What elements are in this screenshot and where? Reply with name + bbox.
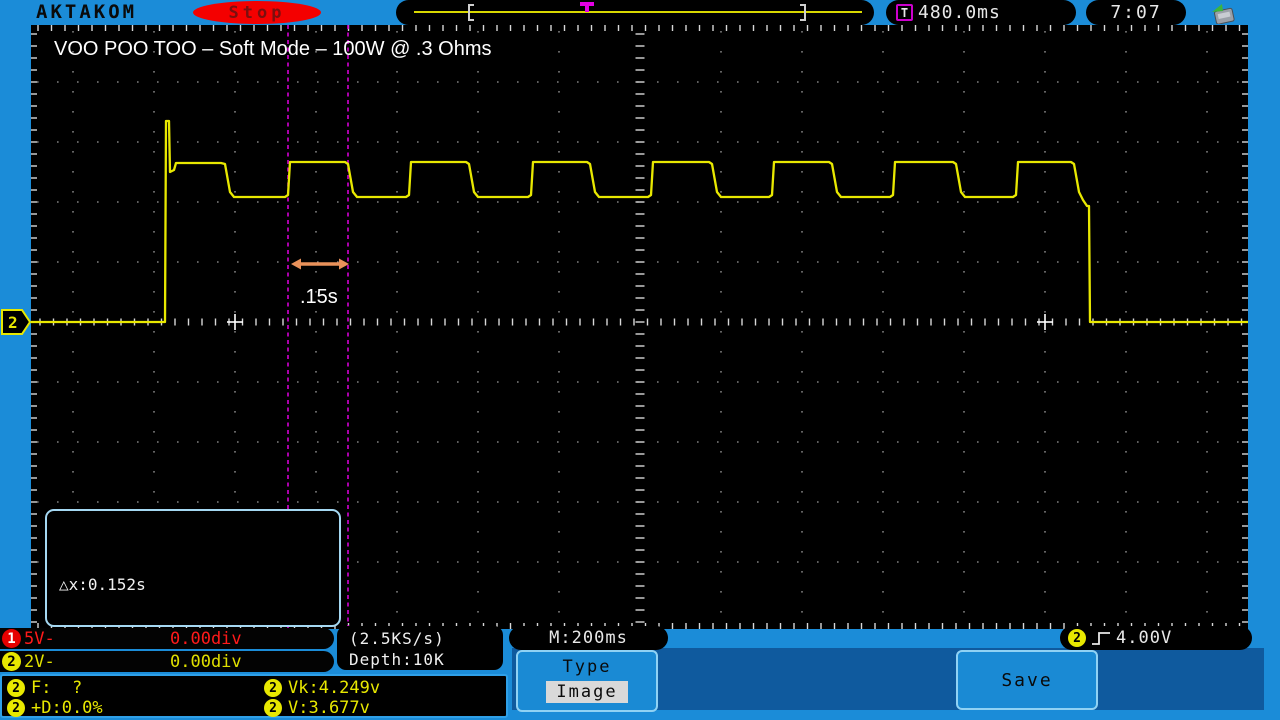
save-button[interactable]: Save bbox=[956, 650, 1098, 710]
window-left-bracket bbox=[468, 4, 474, 21]
measurement-frequency: 2 F: ? bbox=[7, 678, 82, 698]
cursor-gap-label: .15s bbox=[300, 286, 338, 308]
channel2-badge: 2 bbox=[2, 652, 21, 671]
trigger-time-readout: T 480.0ms bbox=[886, 0, 1076, 25]
trigger-time-value: 480.0ms bbox=[918, 2, 1001, 23]
type-selected-value[interactable]: Image bbox=[546, 681, 628, 703]
measurement-channel-badge: 2 bbox=[7, 679, 25, 697]
cursor-measurement-box: △x:0.152s 1/△x:6.579HZ x1:0.404s x2:0.25… bbox=[45, 509, 341, 674]
trigger-icon: T bbox=[896, 4, 913, 21]
run-state-label: Stop bbox=[228, 2, 286, 23]
channel1-readout: 1 5V- 0.00div bbox=[0, 628, 334, 649]
measurement-value: F: ? bbox=[31, 678, 83, 698]
measurement-panel: 2 F: ? 2 Vk:4.249v 2 +D:0.0% 2 V:3.677v bbox=[0, 674, 508, 718]
record-length-line bbox=[414, 11, 862, 13]
horizontal-position-bar[interactable] bbox=[396, 0, 874, 25]
window-right-bracket bbox=[800, 4, 806, 21]
screen-annotation-title: VOO POO TOO – Soft Mode – 100W @ .3 Ohms bbox=[54, 38, 492, 60]
measurement-v: 2 V:3.677v bbox=[264, 698, 370, 718]
trigger-level-value: 4.00V bbox=[1116, 628, 1173, 648]
type-button[interactable]: Type Image bbox=[516, 650, 658, 712]
trigger-source-badge: 2 bbox=[1068, 629, 1086, 647]
measurement-value: V:3.677v bbox=[288, 698, 370, 718]
measurement-duty: 2 +D:0.0% bbox=[7, 698, 103, 718]
measurement-value: +D:0.0% bbox=[31, 698, 103, 718]
storage-device-icon bbox=[1212, 4, 1235, 24]
channel1-scale: 5V- bbox=[24, 628, 55, 649]
measurement-value: Vk:4.249v bbox=[288, 678, 381, 698]
channel2-offset: 0.00div bbox=[170, 651, 242, 672]
channel2-readout: 2 2V- 0.00div bbox=[0, 651, 334, 672]
measurement-channel-badge: 2 bbox=[264, 679, 282, 697]
measurement-vk: 2 Vk:4.249v bbox=[264, 678, 380, 698]
cursor-delta-x: △x:0.152s bbox=[59, 575, 146, 594]
clock: 7:07 bbox=[1086, 0, 1186, 25]
timebase-readout: M:200ms bbox=[509, 626, 668, 650]
brand-logo: AKTAKOM bbox=[36, 1, 138, 23]
trigger-level-readout: 2 4.00V bbox=[1060, 626, 1252, 650]
measurement-channel-badge: 2 bbox=[7, 699, 25, 717]
type-button-label: Type bbox=[562, 657, 612, 677]
sample-rate: (2.5KS/s) bbox=[349, 629, 445, 648]
measurement-channel-badge: 2 bbox=[264, 699, 282, 717]
channel1-offset: 0.00div bbox=[170, 628, 242, 649]
run-state-badge: Stop bbox=[193, 1, 321, 24]
svg-text:2: 2 bbox=[8, 313, 18, 332]
rising-edge-icon bbox=[1092, 631, 1110, 645]
trigger-position-marker-icon[interactable] bbox=[580, 2, 594, 12]
memory-depth: Depth:10K bbox=[349, 650, 445, 669]
channel1-badge: 1 bbox=[2, 629, 21, 648]
channel2-scale: 2V- bbox=[24, 651, 55, 672]
acquisition-readout: (2.5KS/s) Depth:10K bbox=[337, 626, 503, 670]
